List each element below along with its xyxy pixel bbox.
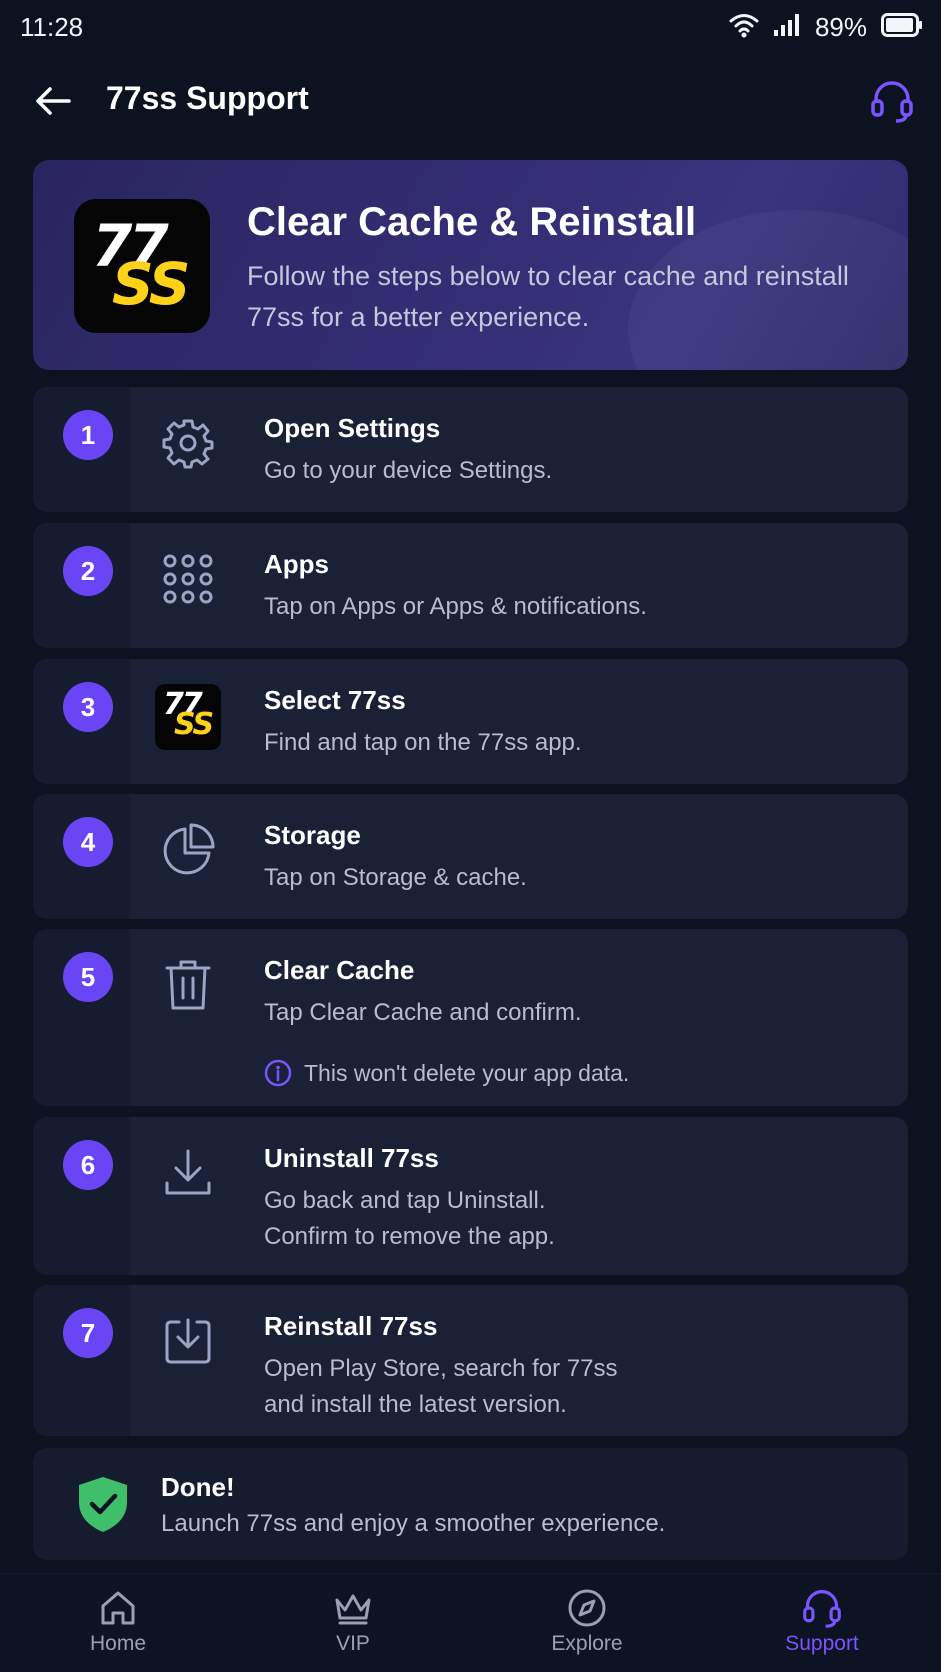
support-headset-button[interactable] xyxy=(867,76,917,126)
step-title: Reinstall 77ss xyxy=(264,1311,438,1341)
step-title: Storage xyxy=(264,820,361,850)
home-icon xyxy=(98,1588,138,1628)
shield-check-icon xyxy=(79,1477,127,1532)
signal-icon xyxy=(773,13,801,42)
step-note: This won't delete your app data. xyxy=(264,1059,629,1087)
nav-label: VIP xyxy=(336,1632,370,1655)
step-number-badge: 4 xyxy=(63,817,113,867)
install-box-icon xyxy=(151,1311,225,1371)
step-description: Open Play Store, search for 77ss and ins… xyxy=(264,1351,618,1423)
nav-label: Explore xyxy=(551,1632,623,1655)
gear-icon xyxy=(151,413,225,473)
nav-vip[interactable]: VIP xyxy=(283,1588,423,1668)
step-title: Select 77ss xyxy=(264,685,406,715)
step-number-badge: 5 xyxy=(63,952,113,1002)
battery-percentage: 89% xyxy=(814,11,867,42)
description-line: Open Play Store, search for 77ss xyxy=(264,1355,618,1382)
step-card-7[interactable]: 7 Reinstall 77ss Open Play Store, search… xyxy=(33,1285,908,1436)
step-card-3[interactable]: 3 77 SS Select 77ss Find and tap on the … xyxy=(33,659,908,784)
step-title: Apps xyxy=(264,549,329,579)
description-line: Go back and tap Uninstall. xyxy=(264,1187,546,1214)
step-card-2[interactable]: 2 Apps Tap on Apps or Apps & notificatio… xyxy=(33,523,908,648)
step-title: Clear Cache xyxy=(264,955,415,985)
step-description: Find and tap on the 77ss app. xyxy=(264,729,582,756)
headset-icon xyxy=(802,1588,842,1628)
bottom-navigation: Home VIP Explore Support xyxy=(0,1573,941,1672)
note-text: This won't delete your app data. xyxy=(304,1059,630,1086)
step-number-badge: 6 xyxy=(63,1140,113,1190)
battery-icon xyxy=(881,12,923,42)
pie-chart-icon xyxy=(151,820,225,880)
headset-icon xyxy=(871,81,913,123)
status-indicators: 89% xyxy=(729,10,923,44)
nav-home[interactable]: Home xyxy=(48,1588,188,1668)
done-card: Done! Launch 77ss and enjoy a smoother e… xyxy=(33,1448,908,1560)
logo-ss-text: SS xyxy=(174,707,214,742)
app-logo: 77 SS xyxy=(74,199,210,333)
hero-title: Clear Cache & Reinstall xyxy=(247,200,697,244)
app-logo-icon: 77 SS xyxy=(151,684,225,750)
status-bar: 11:28 89% xyxy=(0,0,941,56)
crown-icon xyxy=(333,1588,373,1628)
page-title: 77ss Support xyxy=(106,80,309,116)
arrow-left-icon xyxy=(36,87,71,115)
logo-ss-text: SS xyxy=(112,250,191,318)
done-title: Done! xyxy=(161,1472,235,1502)
step-description: Tap Clear Cache and confirm. xyxy=(264,999,582,1026)
step-number-badge: 2 xyxy=(63,546,113,596)
nav-label: Support xyxy=(785,1632,859,1655)
done-description: Launch 77ss and enjoy a smoother experie… xyxy=(161,1510,666,1537)
step-card-6[interactable]: 6 Uninstall 77ss Go back and tap Uninsta… xyxy=(33,1117,908,1275)
step-title: Uninstall 77ss xyxy=(264,1143,439,1173)
trash-icon xyxy=(151,955,225,1015)
step-description: Go back and tap Uninstall. Confirm to re… xyxy=(264,1183,555,1255)
nav-support[interactable]: Support xyxy=(752,1588,892,1668)
status-time: 11:28 xyxy=(20,12,84,42)
step-number-badge: 7 xyxy=(63,1308,113,1358)
nav-label: Home xyxy=(89,1632,147,1655)
step-card-1[interactable]: 1 Open Settings Go to your device Settin… xyxy=(33,387,908,512)
apps-grid-icon xyxy=(151,549,225,609)
step-card-4[interactable]: 4 Storage Tap on Storage & cache. xyxy=(33,794,908,919)
hero-description: Follow the steps below to clear cache an… xyxy=(247,261,849,332)
step-card-5[interactable]: 5 Clear Cache Tap Clear Cache and confir… xyxy=(33,929,908,1106)
step-description: Tap on Apps or Apps & notifications. xyxy=(264,593,647,620)
step-number-badge: 3 xyxy=(63,682,113,732)
step-title: Open Settings xyxy=(264,413,441,443)
step-description: Go to your device Settings. xyxy=(264,457,553,484)
description-line: Confirm to remove the app. xyxy=(264,1223,555,1250)
back-button[interactable] xyxy=(30,78,76,124)
compass-icon xyxy=(567,1588,607,1628)
step-description: Tap on Storage & cache. xyxy=(264,864,527,891)
description-line: and install the latest version. xyxy=(264,1391,567,1418)
nav-explore[interactable]: Explore xyxy=(517,1588,657,1668)
info-icon xyxy=(264,1059,292,1087)
step-number-badge: 1 xyxy=(63,410,113,460)
hero-card: 77 SS Clear Cache & Reinstall Follow the… xyxy=(33,160,908,370)
download-icon xyxy=(151,1143,225,1203)
app-header: 77ss Support xyxy=(0,62,941,140)
wifi-icon xyxy=(729,12,759,43)
